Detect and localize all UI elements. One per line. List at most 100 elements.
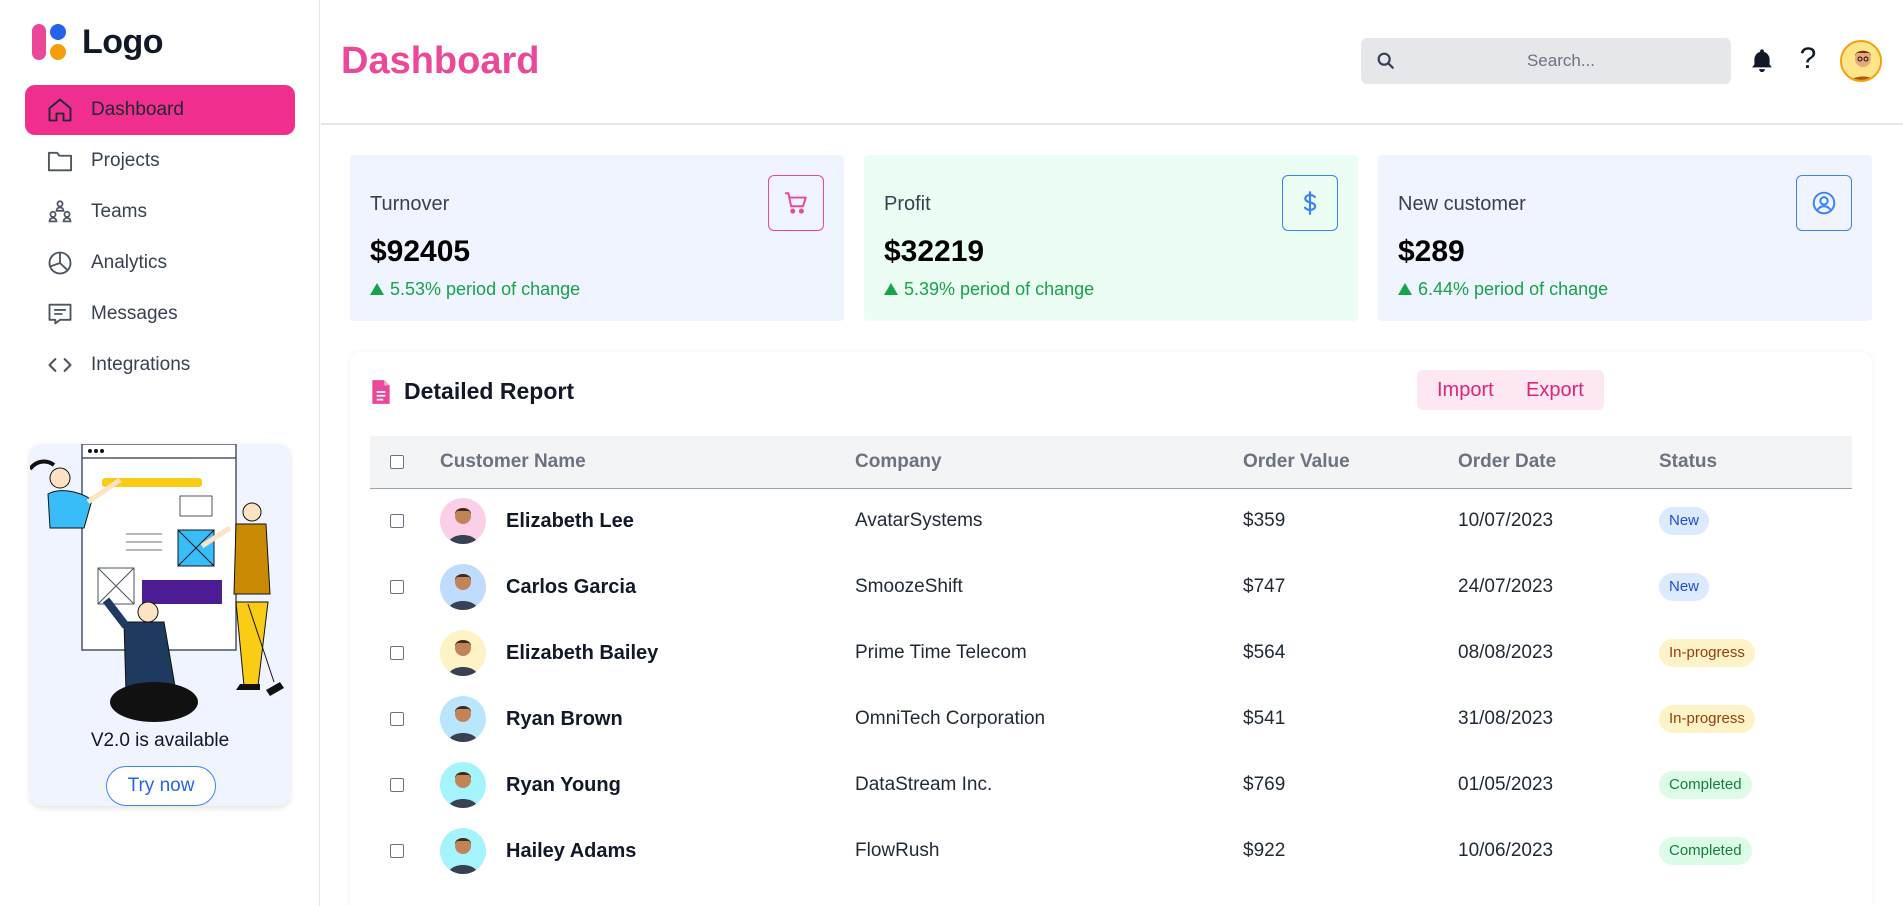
customer-avatar	[440, 828, 486, 874]
card-icon-box[interactable]	[768, 175, 824, 231]
status-badge: New	[1659, 573, 1710, 601]
trend-up-icon	[884, 283, 898, 295]
code-icon	[45, 350, 75, 380]
card-change: 5.53% period of change	[370, 279, 580, 300]
column-header[interactable]: Order Date	[1458, 436, 1659, 489]
stat-cards: Turnover $92405 5.53% period of change P…	[350, 155, 1872, 321]
row-checkbox[interactable]	[390, 579, 404, 594]
customer-avatar	[440, 498, 486, 545]
sidebar: Logo Dashboard Projects Teams Analytics	[0, 0, 320, 906]
new-customer-card: New customer $289 6.44% period of change	[1378, 155, 1872, 321]
top-header: Dashboard ?	[321, 0, 1903, 125]
company-cell: SmoozeShift	[855, 576, 963, 597]
table-row[interactable]: Elizabeth Bailey Prime Time Telecom $564 08…	[370, 620, 1852, 686]
cart-icon	[785, 192, 807, 214]
sidebar-item-label: Dashboard	[91, 99, 184, 120]
detailed-report: Detailed Report Import Export Customer N…	[350, 352, 1872, 906]
table-header-row: Customer Name Company Order Value Order …	[370, 436, 1852, 489]
customer-cell: Elizabeth Bailey	[440, 620, 855, 686]
logo-mark	[30, 22, 70, 62]
import-button[interactable]: Import	[1417, 370, 1514, 410]
card-value: $92405	[370, 235, 471, 268]
order-value-cell: $922	[1243, 840, 1286, 861]
table-row[interactable]: Elizabeth Lee AvatarSystems $359 10/07/2023…	[370, 488, 1852, 554]
row-checkbox[interactable]	[390, 777, 404, 792]
table-row[interactable]: Ryan Young DataStream Inc. $769 01/05/2023 C…	[370, 752, 1852, 818]
order-value-cell: $359	[1243, 510, 1286, 532]
row-checkbox[interactable]	[390, 514, 404, 529]
status-cell: Completed	[1659, 752, 1852, 818]
company-cell: OmniTech Corporation	[855, 708, 1046, 729]
table-row[interactable]: Ryan Brown OmniTech Corporation $541 31/08/…	[370, 686, 1852, 752]
customer-name: Elizabeth Lee	[506, 509, 634, 532]
card-change: 5.39% period of change	[884, 279, 1094, 300]
order-date-cell: 31/08/2023	[1458, 708, 1554, 729]
customer-name: Carlos Garcia	[506, 575, 637, 598]
logo-text: Logo	[82, 22, 164, 61]
column-header[interactable]: Customer Name	[440, 436, 855, 489]
company-cell: Prime Time Telecom	[855, 642, 1027, 663]
report-header: Detailed Report	[370, 378, 574, 405]
card-icon-box[interactable]	[1796, 175, 1852, 231]
customer-name: Ryan Brown	[506, 707, 623, 730]
card-label: Turnover	[370, 193, 450, 215]
order-value-cell: $769	[1243, 774, 1286, 795]
teams-icon	[45, 197, 75, 227]
search-box[interactable]	[1361, 38, 1731, 84]
company-cell: FlowRush	[855, 840, 940, 861]
customer-cell: Ryan Brown	[440, 686, 855, 752]
row-checkbox[interactable]	[390, 843, 404, 858]
promo-title: V2.0 is available	[90, 730, 230, 751]
table-row[interactable]: Carlos Garcia SmoozeShift $747 24/07/2023 Ne…	[370, 554, 1852, 620]
sidebar-item-analytics[interactable]: Analytics	[25, 238, 295, 288]
customer-name: Ryan Young	[506, 773, 621, 796]
search-input[interactable]	[1401, 38, 1721, 84]
sidebar-item-projects[interactable]: Projects	[25, 136, 295, 186]
sidebar-item-integrations[interactable]: Integrations	[25, 340, 295, 390]
status-cell: Completed	[1659, 818, 1852, 884]
user-avatar[interactable]	[1840, 40, 1882, 82]
folder-icon	[45, 146, 75, 176]
row-checkbox[interactable]	[390, 645, 404, 660]
customer-cell: Hailey Adams	[440, 818, 855, 884]
export-button[interactable]: Export	[1506, 370, 1604, 410]
promo-illustration	[30, 444, 284, 722]
user-circle-icon	[1812, 191, 1836, 215]
sidebar-item-dashboard[interactable]: Dashboard	[25, 85, 295, 135]
table-row[interactable]: Hailey Adams FlowRush $922 10/06/2023 Comple…	[370, 818, 1852, 884]
customer-name: Hailey Adams	[506, 839, 637, 862]
row-checkbox[interactable]	[390, 711, 404, 726]
status-badge: In-progress	[1659, 705, 1755, 733]
column-header[interactable]: Company	[855, 436, 1243, 489]
customer-avatar	[440, 762, 486, 808]
help-button[interactable]: ?	[1793, 42, 1823, 75]
profit-card: Profit $32219 5.39% period of change	[864, 155, 1358, 321]
card-icon-box[interactable]	[1282, 175, 1338, 231]
order-value-cell: $541	[1243, 708, 1286, 729]
customer-cell: Ryan Young	[440, 752, 855, 818]
sidebar-item-label: Integrations	[91, 354, 191, 375]
sidebar-item-label: Teams	[91, 201, 147, 222]
sidebar-item-messages[interactable]: Messages	[25, 289, 295, 339]
try-now-button[interactable]: Try now	[106, 766, 216, 806]
document-icon	[372, 379, 390, 404]
column-header[interactable]: Order Value	[1243, 436, 1458, 489]
customer-cell: Carlos Garcia	[440, 554, 855, 620]
select-all-checkbox[interactable]	[390, 454, 404, 469]
order-date-cell: 10/07/2023	[1458, 510, 1554, 532]
order-value-cell: $564	[1243, 642, 1286, 663]
trend-up-icon	[370, 283, 384, 295]
logo[interactable]: Logo	[30, 22, 164, 62]
status-cell: New	[1659, 554, 1852, 620]
order-value-cell: $747	[1243, 576, 1286, 597]
notifications-button[interactable]	[1747, 46, 1777, 76]
company-cell: DataStream Inc.	[855, 774, 993, 795]
company-cell: AvatarSystems	[855, 510, 983, 532]
column-header[interactable]: Status	[1659, 436, 1852, 489]
sidebar-item-teams[interactable]: Teams	[25, 187, 295, 237]
customer-avatar	[440, 564, 486, 610]
order-date-cell: 01/05/2023	[1458, 774, 1554, 795]
card-change: 6.44% period of change	[1398, 279, 1608, 300]
order-date-cell: 10/06/2023	[1458, 840, 1554, 861]
row-select-cell	[370, 686, 440, 752]
